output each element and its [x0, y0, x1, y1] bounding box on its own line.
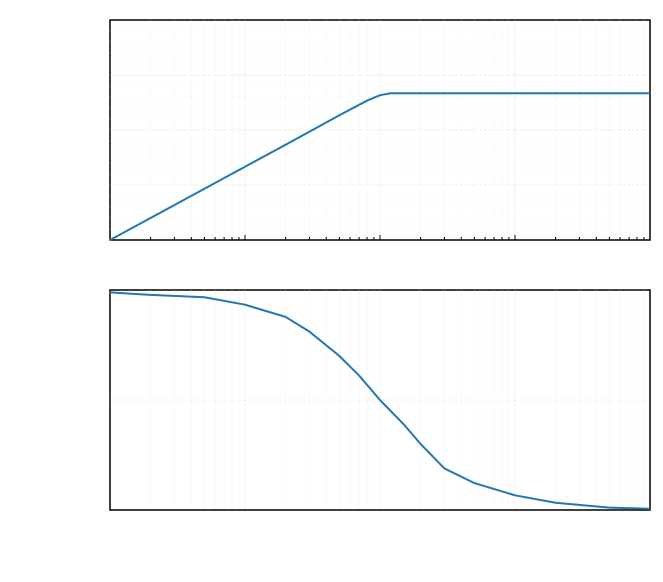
- phase-chart: [110, 290, 650, 510]
- bode-plot: [0, 0, 663, 582]
- magnitude-chart: [110, 20, 650, 240]
